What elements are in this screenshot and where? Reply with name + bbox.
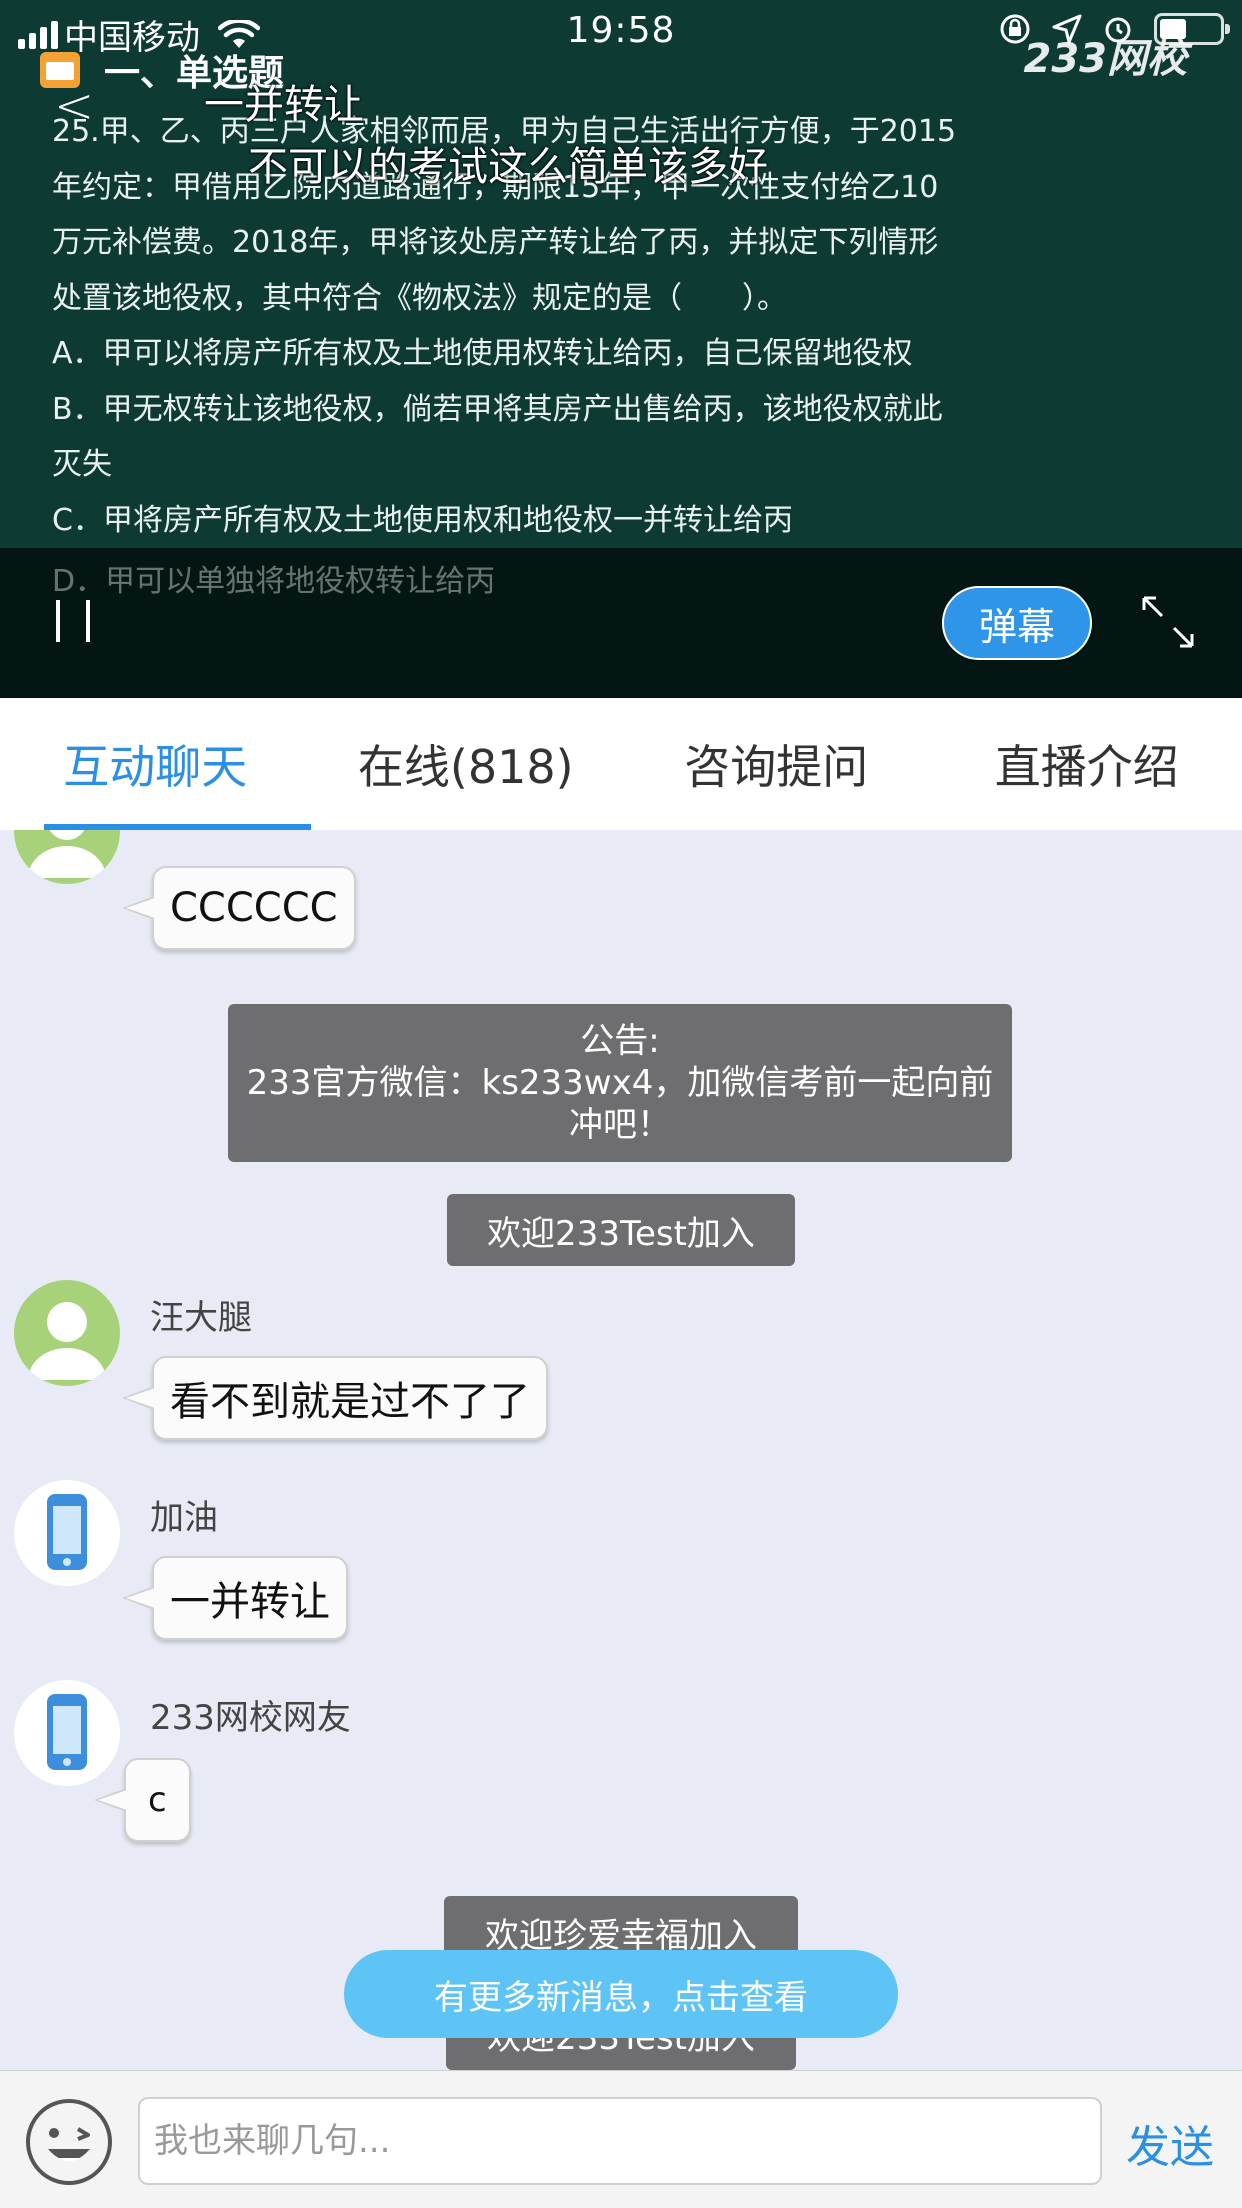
tab-interactive-chat[interactable]: 互动聊天 xyxy=(0,698,311,830)
chat-nickname: 汪大腿 xyxy=(150,1298,252,1338)
tab-consult[interactable]: 咨询提问 xyxy=(621,698,932,830)
question-line: 灭失 xyxy=(52,447,112,482)
video-player[interactable]: 中国移动 19:58 233网校 一、单选题 < 25.甲、乙、丙三户人家相邻而… xyxy=(0,0,1242,698)
pause-icon[interactable] xyxy=(56,600,96,642)
tab-bar: 互动聊天 在线(818) 咨询提问 直播介绍 xyxy=(0,698,1242,830)
chat-list[interactable]: CCCCCC 公告: 233官方微信：ks233wx4，加微信考前一起向前冲吧！… xyxy=(0,830,1242,2070)
chat-bubble: c xyxy=(94,1758,191,1842)
question-line: B．甲无权转让该地役权，倘若甲将其房产出售给丙，该地役权就此 xyxy=(52,391,943,427)
tab-live-intro[interactable]: 直播介绍 xyxy=(932,698,1242,830)
chat-message-input[interactable] xyxy=(138,2097,1102,2185)
danmu-comment: 一并转让 xyxy=(204,82,364,128)
question-line: C．甲将房产所有权及土地使用权和地役权一并转让给丙 xyxy=(52,502,793,538)
send-button[interactable]: 发送 xyxy=(1126,2111,1214,2175)
question-line: A．甲可以将房产所有权及土地使用权转让给丙，自己保留地役权 xyxy=(52,336,913,371)
chat-bubble: 看不到就是过不了了 xyxy=(122,1356,548,1440)
system-welcome: 欢迎233Test加入 xyxy=(447,1194,795,1266)
chat-input-bar: 发送 xyxy=(0,2070,1242,2208)
danmu-comment: 不可以的考试这么简单该多好 xyxy=(248,144,768,190)
question-line: 处置该地役权，其中符合《物权法》规定的是（ ）。 xyxy=(52,280,787,316)
new-messages-button[interactable]: 有更多新消息，点击查看 xyxy=(344,1950,898,2038)
user-avatar-icon[interactable] xyxy=(14,1280,120,1386)
announcement: 公告: 233官方微信：ks233wx4，加微信考前一起向前冲吧！ xyxy=(228,1004,1012,1162)
phone-avatar-icon[interactable] xyxy=(14,1680,120,1786)
phone-avatar-icon[interactable] xyxy=(14,1480,120,1586)
chat-nickname: 233网校网友 xyxy=(150,1698,351,1738)
brand-watermark: 233网校 xyxy=(1023,36,1188,82)
question-line: 万元补偿费。2018年，甲将该处房产转让给了丙，并拟定下列情形 xyxy=(52,225,939,260)
emoji-icon[interactable] xyxy=(24,2097,114,2187)
danmu-toggle-button[interactable]: 弹幕 xyxy=(942,586,1092,660)
chat-bubble: 一并转让 xyxy=(122,1556,348,1640)
tab-online[interactable]: 在线(818) xyxy=(311,698,622,830)
user-avatar-icon[interactable] xyxy=(14,830,120,884)
chat-bubble: CCCCCC xyxy=(122,866,356,950)
announcement-heading: 公告: xyxy=(580,1021,660,1061)
chat-nickname: 加油 xyxy=(150,1498,218,1538)
fullscreen-icon[interactable] xyxy=(1140,594,1196,650)
question-option-d: D．甲可以单独将地役权转让给丙 xyxy=(52,564,496,599)
announcement-body: 233官方微信：ks233wx4，加微信考前一起向前冲吧！ xyxy=(246,1063,994,1145)
player-controls: D．甲可以单独将地役权转让给丙 弹幕 xyxy=(0,548,1242,698)
